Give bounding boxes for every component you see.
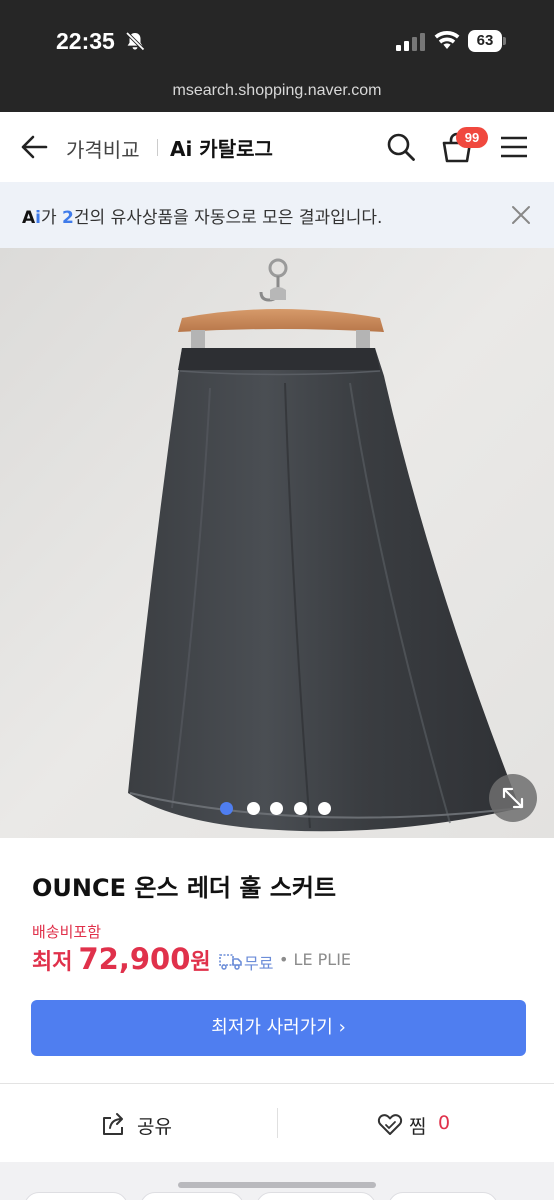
action-divider xyxy=(277,1108,278,1138)
buy-lowest-price-button[interactable]: 최저가 사러가기 › xyxy=(31,1000,526,1056)
expand-image-button[interactable] xyxy=(489,774,537,822)
cart-count-badge: 99 xyxy=(456,127,488,148)
battery-tip xyxy=(503,37,506,45)
carousel-dot[interactable] xyxy=(247,802,260,815)
ai-notice-banner: Ai가 2건의 유사상품을 자동으로 모은 결과입니다. xyxy=(0,182,554,248)
system-status-bar: 22:35 63 msearch.shopping.naver.com xyxy=(0,0,554,112)
product-title: OUNCE 온스 레더 훌 스커트 xyxy=(32,874,337,902)
wifi-icon xyxy=(434,30,460,49)
ai-logo-a: A xyxy=(22,208,36,228)
carousel-dot-active[interactable] xyxy=(220,802,233,815)
signal-icon xyxy=(396,33,425,51)
price-row: 최저 72,900원 xyxy=(32,942,211,980)
carousel-dot[interactable] xyxy=(270,802,283,815)
zzim-button-label[interactable]: 찜 xyxy=(409,1112,426,1139)
search-icon[interactable] xyxy=(386,132,416,162)
carousel-dot[interactable] xyxy=(318,802,331,815)
price-unit: 원 xyxy=(190,950,211,975)
heart-icon[interactable] xyxy=(377,1112,403,1136)
peek-chip[interactable] xyxy=(140,1192,244,1200)
close-icon[interactable] xyxy=(510,204,532,226)
zzim-count: 0 xyxy=(438,1112,451,1134)
page-title: Ai 카탈로그 xyxy=(170,137,273,161)
header-divider xyxy=(157,139,158,156)
status-time: 22:35 xyxy=(56,28,115,54)
battery-level: 63 xyxy=(468,30,502,52)
peek-chip[interactable] xyxy=(388,1192,498,1200)
menu-icon[interactable] xyxy=(500,136,528,158)
ai-notice-suffix: 건의 유사상품을 자동으로 모은 결과입니다. xyxy=(73,208,383,228)
ai-notice-prefix: 가 xyxy=(41,208,63,228)
ai-notice-count: 2 xyxy=(62,208,74,228)
seller-name: • LE PLIE xyxy=(279,950,352,969)
peek-chip[interactable] xyxy=(256,1192,376,1200)
truck-icon xyxy=(219,954,242,970)
free-shipping-label: 무료 xyxy=(244,954,274,973)
share-button-label[interactable]: 공유 xyxy=(137,1112,172,1139)
skirt-photo xyxy=(0,248,554,838)
battery-indicator: 63 xyxy=(468,30,506,52)
home-indicator[interactable] xyxy=(178,1182,376,1188)
bell-slash-icon xyxy=(125,31,145,51)
back-arrow-icon[interactable] xyxy=(20,134,48,160)
expand-icon xyxy=(502,787,524,809)
share-icon[interactable] xyxy=(101,1112,127,1136)
price-value: 72,900 xyxy=(78,942,191,976)
browser-url[interactable]: msearch.shopping.naver.com xyxy=(0,82,554,100)
ai-notice-text: Ai가 2건의 유사상품을 자동으로 모은 결과입니다. xyxy=(22,203,382,228)
ai-logo: Ai xyxy=(22,208,41,228)
carousel-dot[interactable] xyxy=(294,802,307,815)
product-image[interactable] xyxy=(0,248,554,838)
price-compare-link[interactable]: 가격비교 xyxy=(66,134,140,163)
peek-chip[interactable] xyxy=(24,1192,128,1200)
shipping-included-note: 배송비포함 xyxy=(32,923,102,941)
price-label: 최저 xyxy=(32,950,73,975)
